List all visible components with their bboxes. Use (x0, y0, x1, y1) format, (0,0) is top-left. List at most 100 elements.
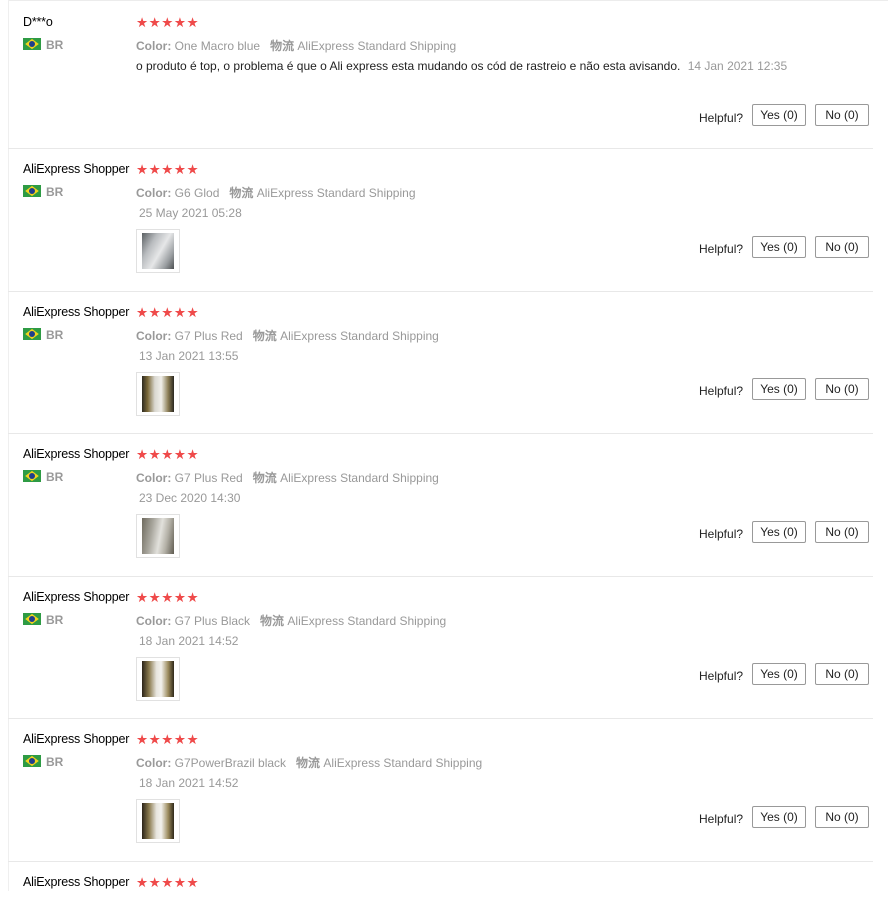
review-photo-thumbnail[interactable] (136, 514, 180, 558)
review-photo-thumbnail[interactable] (136, 799, 180, 843)
review-item: AliExpress Shopper ★★★★★ BR Color: G7 Pl… (8, 433, 873, 577)
shipping-value: AliExpress Standard Shipping (323, 756, 483, 770)
review-item: AliExpress Shopper ★★★★★ (8, 861, 873, 901)
star-icon: ★ (148, 162, 162, 177)
reviewer-country: BR (23, 38, 63, 52)
color-value: G7 Plus Black (174, 614, 251, 628)
review-item: AliExpress Shopper ★★★★★ BR Color: G6 Gl… (8, 148, 873, 292)
helpful-yes-button[interactable]: Yes (0) (752, 663, 806, 685)
country-code: BR (46, 328, 64, 342)
star-icon: ★ (173, 15, 187, 30)
star-icon: ★ (136, 447, 149, 462)
star-icon: ★ (186, 15, 200, 30)
star-icon: ★ (186, 875, 200, 890)
review-photo-thumbnail[interactable] (136, 229, 180, 273)
shipping-value: AliExpress Standard Shipping (287, 614, 447, 628)
star-icon: ★ (186, 732, 200, 747)
star-rating: ★★★★★ (136, 591, 199, 605)
reviewer-name: D***o (23, 15, 53, 29)
color-value: G6 Glod (174, 186, 220, 200)
reviewer-name: AliExpress Shopper (23, 875, 130, 889)
reviewer-name: AliExpress Shopper (23, 590, 130, 604)
helpful-label: Helpful? (699, 669, 744, 683)
helpful-yes-button[interactable]: Yes (0) (752, 236, 806, 258)
helpful-label: Helpful? (699, 527, 744, 541)
product-info: Color: One Macro blue 物流 AliExpress Stand… (136, 37, 456, 54)
star-icon: ★ (173, 305, 187, 320)
product-photo-image (142, 376, 174, 412)
star-icon: ★ (161, 305, 174, 320)
product-info: Color: G7 Plus Red 物流 AliExpress Standard… (136, 327, 439, 344)
star-icon: ★ (161, 590, 174, 605)
star-icon: ★ (161, 875, 174, 890)
color-label: Color: (136, 471, 172, 485)
shipping-label: 物流 (229, 186, 254, 200)
product-info: Color: G7PowerBrazil black 物流 AliExpress … (136, 754, 482, 771)
reviewer-name: AliExpress Shopper (23, 447, 130, 461)
star-icon: ★ (173, 732, 187, 747)
brazil-flag-icon (23, 38, 41, 50)
review-photo-thumbnail[interactable] (136, 657, 180, 701)
helpful-no-button[interactable]: No (0) (815, 806, 869, 828)
color-value: G7 Plus Red (174, 329, 243, 343)
product-photo-image (142, 518, 174, 554)
color-label: Color: (136, 186, 172, 200)
product-photo-image (142, 233, 174, 269)
star-icon: ★ (173, 447, 187, 462)
product-info: Color: G7 Plus Black 物流 AliExpress Standa… (136, 612, 446, 629)
star-rating: ★★★★★ (136, 448, 199, 462)
shipping-label: 物流 (252, 329, 277, 343)
reviewer-country: BR (23, 613, 63, 627)
shipping-label: 物流 (252, 471, 277, 485)
helpful-label: Helpful? (699, 242, 744, 256)
shipping-value: AliExpress Standard Shipping (256, 186, 416, 200)
product-photo-image (142, 803, 174, 839)
color-value: G7 Plus Red (174, 471, 243, 485)
star-icon: ★ (173, 590, 187, 605)
helpful-no-button[interactable]: No (0) (815, 663, 869, 685)
star-icon: ★ (136, 875, 149, 890)
helpful-label: Helpful? (699, 384, 744, 398)
star-icon: ★ (161, 447, 174, 462)
star-icon: ★ (186, 447, 200, 462)
color-label: Color: (136, 614, 172, 628)
helpful-label: Helpful? (699, 812, 744, 826)
reviewer-country: BR (23, 755, 63, 769)
brazil-flag-icon (23, 185, 41, 197)
country-code: BR (46, 185, 64, 199)
review-item: AliExpress Shopper ★★★★★ BR Color: G7 Pl… (8, 291, 873, 434)
star-icon: ★ (186, 305, 200, 320)
reviewer-country: BR (23, 470, 63, 484)
brazil-flag-icon (23, 613, 41, 625)
star-icon: ★ (136, 15, 149, 30)
star-icon: ★ (148, 305, 162, 320)
helpful-no-button[interactable]: No (0) (815, 521, 869, 543)
review-date: 14 Jan 2021 12:35 (687, 59, 788, 73)
star-rating: ★★★★★ (136, 876, 199, 890)
reviewer-country: BR (23, 328, 63, 342)
color-label: Color: (136, 329, 172, 343)
helpful-yes-button[interactable]: Yes (0) (752, 806, 806, 828)
helpful-yes-button[interactable]: Yes (0) (752, 378, 806, 400)
review-photo-thumbnail[interactable] (136, 372, 180, 416)
helpful-no-button[interactable]: No (0) (815, 104, 869, 126)
star-icon: ★ (148, 590, 162, 605)
helpful-no-button[interactable]: No (0) (815, 378, 869, 400)
product-photo-image (142, 661, 174, 697)
review-item: AliExpress Shopper ★★★★★ BR Color: G7 Pl… (8, 576, 873, 719)
star-rating: ★★★★★ (136, 306, 199, 320)
helpful-no-button[interactable]: No (0) (815, 236, 869, 258)
shipping-label: 物流 (260, 614, 285, 628)
star-icon: ★ (136, 732, 149, 747)
review-date: 23 Dec 2020 14:30 (139, 491, 241, 505)
review-date: 18 Jan 2021 14:52 (139, 634, 239, 648)
helpful-yes-button[interactable]: Yes (0) (752, 104, 806, 126)
review-date: 18 Jan 2021 14:52 (139, 776, 239, 790)
country-code: BR (46, 38, 64, 52)
helpful-yes-button[interactable]: Yes (0) (752, 521, 806, 543)
brazil-flag-icon (23, 328, 41, 340)
country-code: BR (46, 613, 64, 627)
star-icon: ★ (161, 162, 174, 177)
star-icon: ★ (148, 875, 162, 890)
reviewer-name: AliExpress Shopper (23, 732, 130, 746)
